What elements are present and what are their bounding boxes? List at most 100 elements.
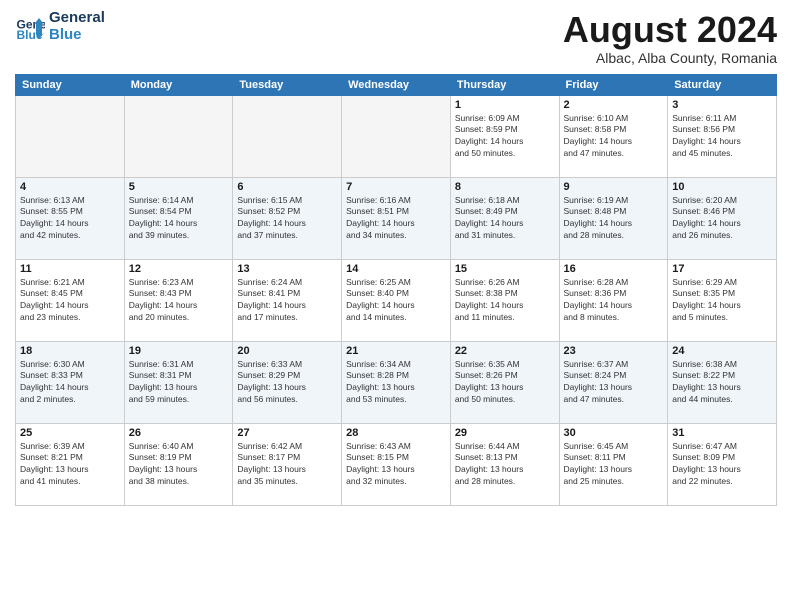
calendar-cell: 27 Sunrise: 6:42 AM Sunset: 8:17 PM Dayli…	[233, 423, 342, 505]
calendar-cell: 16 Sunrise: 6:28 AM Sunset: 8:36 PM Dayli…	[559, 259, 668, 341]
header-thursday: Thursday	[450, 74, 559, 95]
header-saturday: Saturday	[668, 74, 777, 95]
calendar-cell: 8 Sunrise: 6:18 AM Sunset: 8:49 PM Daylig…	[450, 177, 559, 259]
day-number: 15	[455, 263, 555, 275]
calendar-cell: 7 Sunrise: 6:16 AM Sunset: 8:51 PM Daylig…	[342, 177, 451, 259]
calendar-cell: 6 Sunrise: 6:15 AM Sunset: 8:52 PM Daylig…	[233, 177, 342, 259]
calendar-cell	[124, 95, 233, 177]
logo-general: General	[49, 10, 105, 27]
day-number: 13	[237, 263, 337, 275]
calendar-cell: 15 Sunrise: 6:26 AM Sunset: 8:38 PM Dayli…	[450, 259, 559, 341]
day-number: 19	[129, 345, 229, 357]
day-info: Sunrise: 6:35 AM Sunset: 8:26 PM Dayligh…	[455, 359, 555, 407]
month-title: August 2024	[563, 10, 777, 50]
calendar: Sunday Monday Tuesday Wednesday Thursday…	[15, 74, 777, 506]
day-number: 3	[672, 99, 772, 111]
calendar-cell: 20 Sunrise: 6:33 AM Sunset: 8:29 PM Dayli…	[233, 341, 342, 423]
day-info: Sunrise: 6:42 AM Sunset: 8:17 PM Dayligh…	[237, 441, 337, 489]
day-number: 11	[20, 263, 120, 275]
day-info: Sunrise: 6:15 AM Sunset: 8:52 PM Dayligh…	[237, 195, 337, 243]
day-number: 8	[455, 181, 555, 193]
day-info: Sunrise: 6:40 AM Sunset: 8:19 PM Dayligh…	[129, 441, 229, 489]
day-number: 30	[564, 427, 664, 439]
day-info: Sunrise: 6:23 AM Sunset: 8:43 PM Dayligh…	[129, 277, 229, 325]
page: General Blue General Blue August 2024 Al…	[0, 0, 792, 612]
day-info: Sunrise: 6:20 AM Sunset: 8:46 PM Dayligh…	[672, 195, 772, 243]
header-tuesday: Tuesday	[233, 74, 342, 95]
day-number: 17	[672, 263, 772, 275]
calendar-cell: 24Sunrise: 6:38 AM Sunset: 8:22 PM Dayli…	[668, 341, 777, 423]
day-number: 29	[455, 427, 555, 439]
day-info: Sunrise: 6:10 AM Sunset: 8:58 PM Dayligh…	[564, 113, 664, 161]
day-number: 28	[346, 427, 446, 439]
header: General Blue General Blue August 2024 Al…	[15, 10, 777, 66]
day-number: 16	[564, 263, 664, 275]
calendar-cell: 30Sunrise: 6:45 AM Sunset: 8:11 PM Dayli…	[559, 423, 668, 505]
day-number: 12	[129, 263, 229, 275]
calendar-cell: 11 Sunrise: 6:21 AM Sunset: 8:45 PM Dayli…	[16, 259, 125, 341]
day-number: 1	[455, 99, 555, 111]
title-section: August 2024 Albac, Alba County, Romania	[563, 10, 777, 66]
logo-blue: Blue	[49, 27, 105, 44]
location: Albac, Alba County, Romania	[563, 50, 777, 66]
calendar-week-3: 11 Sunrise: 6:21 AM Sunset: 8:45 PM Dayli…	[16, 259, 777, 341]
calendar-cell	[16, 95, 125, 177]
day-number: 7	[346, 181, 446, 193]
calendar-cell: 13 Sunrise: 6:24 AM Sunset: 8:41 PM Dayli…	[233, 259, 342, 341]
day-number: 27	[237, 427, 337, 439]
calendar-cell	[233, 95, 342, 177]
calendar-cell: 23Sunrise: 6:37 AM Sunset: 8:24 PM Dayli…	[559, 341, 668, 423]
day-info: Sunrise: 6:16 AM Sunset: 8:51 PM Dayligh…	[346, 195, 446, 243]
day-info: Sunrise: 6:24 AM Sunset: 8:41 PM Dayligh…	[237, 277, 337, 325]
day-info: Sunrise: 6:29 AM Sunset: 8:35 PM Dayligh…	[672, 277, 772, 325]
calendar-cell: 5 Sunrise: 6:14 AM Sunset: 8:54 PM Daylig…	[124, 177, 233, 259]
day-info: Sunrise: 6:34 AM Sunset: 8:28 PM Dayligh…	[346, 359, 446, 407]
day-info: Sunrise: 6:39 AM Sunset: 8:21 PM Dayligh…	[20, 441, 120, 489]
header-friday: Friday	[559, 74, 668, 95]
day-info: Sunrise: 6:33 AM Sunset: 8:29 PM Dayligh…	[237, 359, 337, 407]
day-number: 24	[672, 345, 772, 357]
calendar-week-4: 18Sunrise: 6:30 AM Sunset: 8:33 PM Dayli…	[16, 341, 777, 423]
calendar-cell: 14 Sunrise: 6:25 AM Sunset: 8:40 PM Dayli…	[342, 259, 451, 341]
day-info: Sunrise: 6:21 AM Sunset: 8:45 PM Dayligh…	[20, 277, 120, 325]
day-info: Sunrise: 6:47 AM Sunset: 8:09 PM Dayligh…	[672, 441, 772, 489]
calendar-cell: 2Sunrise: 6:10 AM Sunset: 8:58 PM Daylig…	[559, 95, 668, 177]
calendar-cell: 18Sunrise: 6:30 AM Sunset: 8:33 PM Dayli…	[16, 341, 125, 423]
calendar-cell: 4 Sunrise: 6:13 AM Sunset: 8:55 PM Daylig…	[16, 177, 125, 259]
day-number: 23	[564, 345, 664, 357]
day-info: Sunrise: 6:13 AM Sunset: 8:55 PM Dayligh…	[20, 195, 120, 243]
calendar-cell: 22Sunrise: 6:35 AM Sunset: 8:26 PM Dayli…	[450, 341, 559, 423]
header-wednesday: Wednesday	[342, 74, 451, 95]
day-info: Sunrise: 6:43 AM Sunset: 8:15 PM Dayligh…	[346, 441, 446, 489]
day-info: Sunrise: 6:26 AM Sunset: 8:38 PM Dayligh…	[455, 277, 555, 325]
day-info: Sunrise: 6:25 AM Sunset: 8:40 PM Dayligh…	[346, 277, 446, 325]
calendar-cell: 19Sunrise: 6:31 AM Sunset: 8:31 PM Dayli…	[124, 341, 233, 423]
calendar-cell: 29Sunrise: 6:44 AM Sunset: 8:13 PM Dayli…	[450, 423, 559, 505]
calendar-week-5: 25 Sunrise: 6:39 AM Sunset: 8:21 PM Dayli…	[16, 423, 777, 505]
day-number: 4	[20, 181, 120, 193]
day-number: 10	[672, 181, 772, 193]
day-number: 6	[237, 181, 337, 193]
calendar-cell: 17 Sunrise: 6:29 AM Sunset: 8:35 PM Dayli…	[668, 259, 777, 341]
calendar-cell	[342, 95, 451, 177]
calendar-header-row: Sunday Monday Tuesday Wednesday Thursday…	[16, 74, 777, 95]
day-info: Sunrise: 6:14 AM Sunset: 8:54 PM Dayligh…	[129, 195, 229, 243]
calendar-cell: 26Sunrise: 6:40 AM Sunset: 8:19 PM Dayli…	[124, 423, 233, 505]
header-sunday: Sunday	[16, 74, 125, 95]
day-number: 20	[237, 345, 337, 357]
day-info: Sunrise: 6:30 AM Sunset: 8:33 PM Dayligh…	[20, 359, 120, 407]
logo: General Blue General Blue	[15, 10, 105, 43]
day-number: 5	[129, 181, 229, 193]
calendar-cell: 3 Sunrise: 6:11 AM Sunset: 8:56 PM Daylig…	[668, 95, 777, 177]
calendar-week-1: 1Sunrise: 6:09 AM Sunset: 8:59 PM Daylig…	[16, 95, 777, 177]
day-number: 21	[346, 345, 446, 357]
day-info: Sunrise: 6:11 AM Sunset: 8:56 PM Dayligh…	[672, 113, 772, 161]
day-info: Sunrise: 6:28 AM Sunset: 8:36 PM Dayligh…	[564, 277, 664, 325]
calendar-cell: 31Sunrise: 6:47 AM Sunset: 8:09 PM Dayli…	[668, 423, 777, 505]
day-number: 14	[346, 263, 446, 275]
calendar-cell: 9Sunrise: 6:19 AM Sunset: 8:48 PM Daylig…	[559, 177, 668, 259]
day-number: 25	[20, 427, 120, 439]
header-monday: Monday	[124, 74, 233, 95]
day-number: 9	[564, 181, 664, 193]
day-info: Sunrise: 6:18 AM Sunset: 8:49 PM Dayligh…	[455, 195, 555, 243]
